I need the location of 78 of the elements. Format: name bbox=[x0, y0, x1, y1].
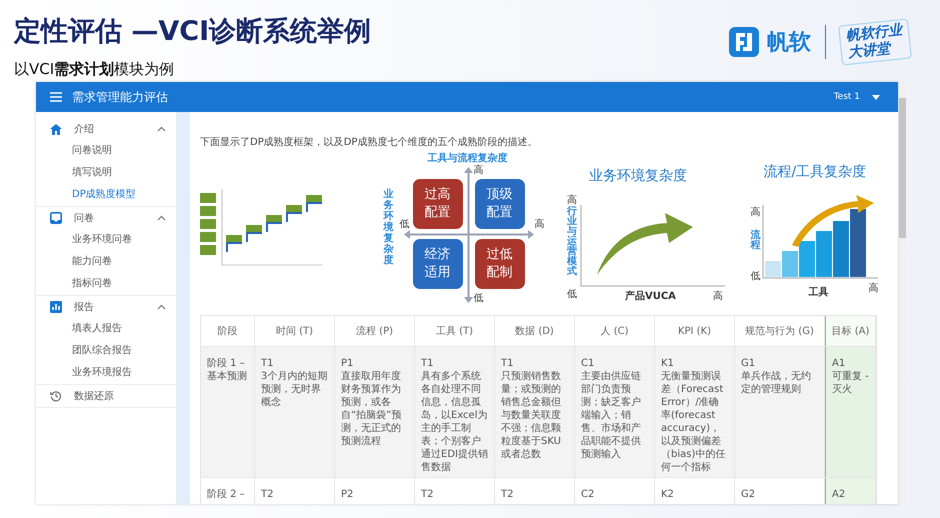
axis-title: 工具 bbox=[808, 286, 828, 299]
level-code: T2 bbox=[261, 488, 274, 501]
intro-text: 下面显示了DP成熟度框架，以及DP成熟度七个维度的五个成熟阶段的描述。 bbox=[200, 136, 538, 149]
column-header: 目标 (A) bbox=[825, 316, 876, 346]
slide-subtitle: 以VCI需求计划模块为例 bbox=[14, 60, 176, 79]
sidebar-section[interactable]: 报告 bbox=[36, 296, 176, 318]
axis-label: 低 bbox=[400, 218, 410, 231]
level-code: A2 bbox=[832, 488, 846, 501]
chart-title: 业务环境复杂度 bbox=[588, 167, 687, 185]
user-menu[interactable]: Test 1 bbox=[830, 90, 884, 104]
bar-chart-icon bbox=[50, 301, 62, 313]
cell-text: 无衡量预测误差（Forecast Error）/准确率(forecast accuracy)，以及预测偏差（bias)中的任何一个指标 bbox=[661, 370, 726, 474]
axis-title: 工具与流程复杂度 bbox=[428, 151, 508, 164]
level-code: K1 bbox=[661, 357, 675, 370]
cell-text: 单兵作战，无约定的管理规则 bbox=[741, 370, 812, 396]
sidebar-item[interactable]: 团队综合报告 bbox=[36, 340, 176, 362]
sidebar-section[interactable]: 问卷 bbox=[36, 207, 176, 229]
sidebar-item[interactable]: 指标问卷 bbox=[36, 273, 176, 295]
axis-label: 高 bbox=[712, 290, 723, 303]
level-code: A1 bbox=[832, 357, 846, 370]
cell-text: 3个月内的短期预测，无时界概念 bbox=[261, 370, 328, 409]
level-code: T1 bbox=[421, 357, 434, 370]
level-code: G1 bbox=[741, 357, 756, 370]
axis-title: 流程 bbox=[750, 231, 760, 251]
cell-text: 只预测销售数量；或预测的销售总金额但与数量关联度不强；信息颗粒度基于SKU或者总数 bbox=[501, 370, 562, 461]
axis-label: 高 bbox=[534, 218, 545, 231]
level-code: T1 bbox=[501, 357, 514, 370]
sidebar-item[interactable]: DP成熟度模型 bbox=[36, 184, 176, 206]
level-code: P1 bbox=[341, 357, 354, 370]
level-code: C1 bbox=[581, 357, 596, 370]
brand-name: 帆软 bbox=[767, 29, 811, 57]
axis-label: 低 bbox=[474, 292, 484, 305]
level-code: T1 bbox=[261, 357, 274, 370]
scrollbar[interactable] bbox=[899, 82, 906, 504]
axis-label: 低 bbox=[750, 270, 760, 283]
sidebar-item[interactable]: 问卷说明 bbox=[36, 140, 176, 162]
cell-text: 具有多个系统各自处理不同信息，信息孤岛，以Excel为主的手工制表；个别客户通过EDI提供销售数据 bbox=[421, 370, 488, 474]
sidebar-item[interactable]: 业务环境问卷 bbox=[36, 229, 176, 251]
quadrant-tile: 顶级配置 bbox=[474, 179, 525, 229]
sidebar-section[interactable]: 数据还原 bbox=[36, 385, 176, 407]
axis-label: 高 bbox=[566, 194, 577, 206]
quadrant-tile: 过低配制 bbox=[474, 239, 525, 289]
chart-title: 流程/工具复杂度 bbox=[763, 163, 866, 181]
sidebar-item[interactable]: 业务环境报告 bbox=[36, 362, 176, 384]
axis-title: 业务环境复杂度 bbox=[384, 189, 394, 266]
curved-arrow-icon bbox=[596, 211, 693, 275]
history-icon bbox=[50, 390, 62, 402]
slide-title: 定性评估 —VCI诊断系统举例 bbox=[14, 15, 372, 49]
axis-label: 高 bbox=[750, 206, 760, 219]
stage-cell: 阶段 2 – bbox=[201, 478, 255, 504]
level-code: T2 bbox=[501, 488, 514, 501]
quadrant-tile: 过高配置 bbox=[412, 179, 463, 229]
level-code: K2 bbox=[661, 488, 675, 501]
logo-icon bbox=[729, 27, 759, 57]
home-icon bbox=[50, 124, 62, 134]
dropdown-caret-icon bbox=[872, 94, 880, 100]
cell-text: 直接取用年度财务预算作为预测，或各自“拍脑袋”预测，无正式的预测流程 bbox=[341, 370, 402, 448]
cell-text: 主要由供应链部门负责预测；缺乏客户端输入；销售、市场和产品职能不提供预测输入 bbox=[581, 370, 642, 461]
level-code: G2 bbox=[741, 488, 756, 501]
cell-text: 可重复 - 灭火 bbox=[832, 370, 869, 396]
axis-label: 高 bbox=[474, 164, 484, 177]
inbox-icon bbox=[50, 212, 62, 224]
level-code: P2 bbox=[341, 488, 354, 501]
app-title: 需求管理能力评估 bbox=[72, 88, 168, 106]
stage-cell: 阶段 1 – 基本预测 bbox=[201, 347, 255, 477]
menu-icon[interactable] bbox=[50, 92, 62, 102]
sidebar-item[interactable]: 填写说明 bbox=[36, 162, 176, 184]
sidebar-item[interactable]: 能力问卷 bbox=[36, 251, 176, 273]
event-badge: 帆软行业 大讲堂 bbox=[838, 18, 912, 66]
quadrant-tile: 经济适用 bbox=[412, 239, 463, 289]
axis-label: 高 bbox=[868, 282, 878, 295]
sidebar-section[interactable]: 介绍 bbox=[36, 118, 176, 140]
axis-label: 低 bbox=[566, 288, 577, 301]
axis-title: 行业与运营模式 bbox=[566, 207, 577, 277]
sidebar-item[interactable]: 填表人报告 bbox=[36, 318, 176, 340]
level-code: C2 bbox=[581, 488, 596, 501]
level-code: T2 bbox=[421, 488, 434, 501]
axis-title: 产品VUCA bbox=[624, 290, 676, 303]
